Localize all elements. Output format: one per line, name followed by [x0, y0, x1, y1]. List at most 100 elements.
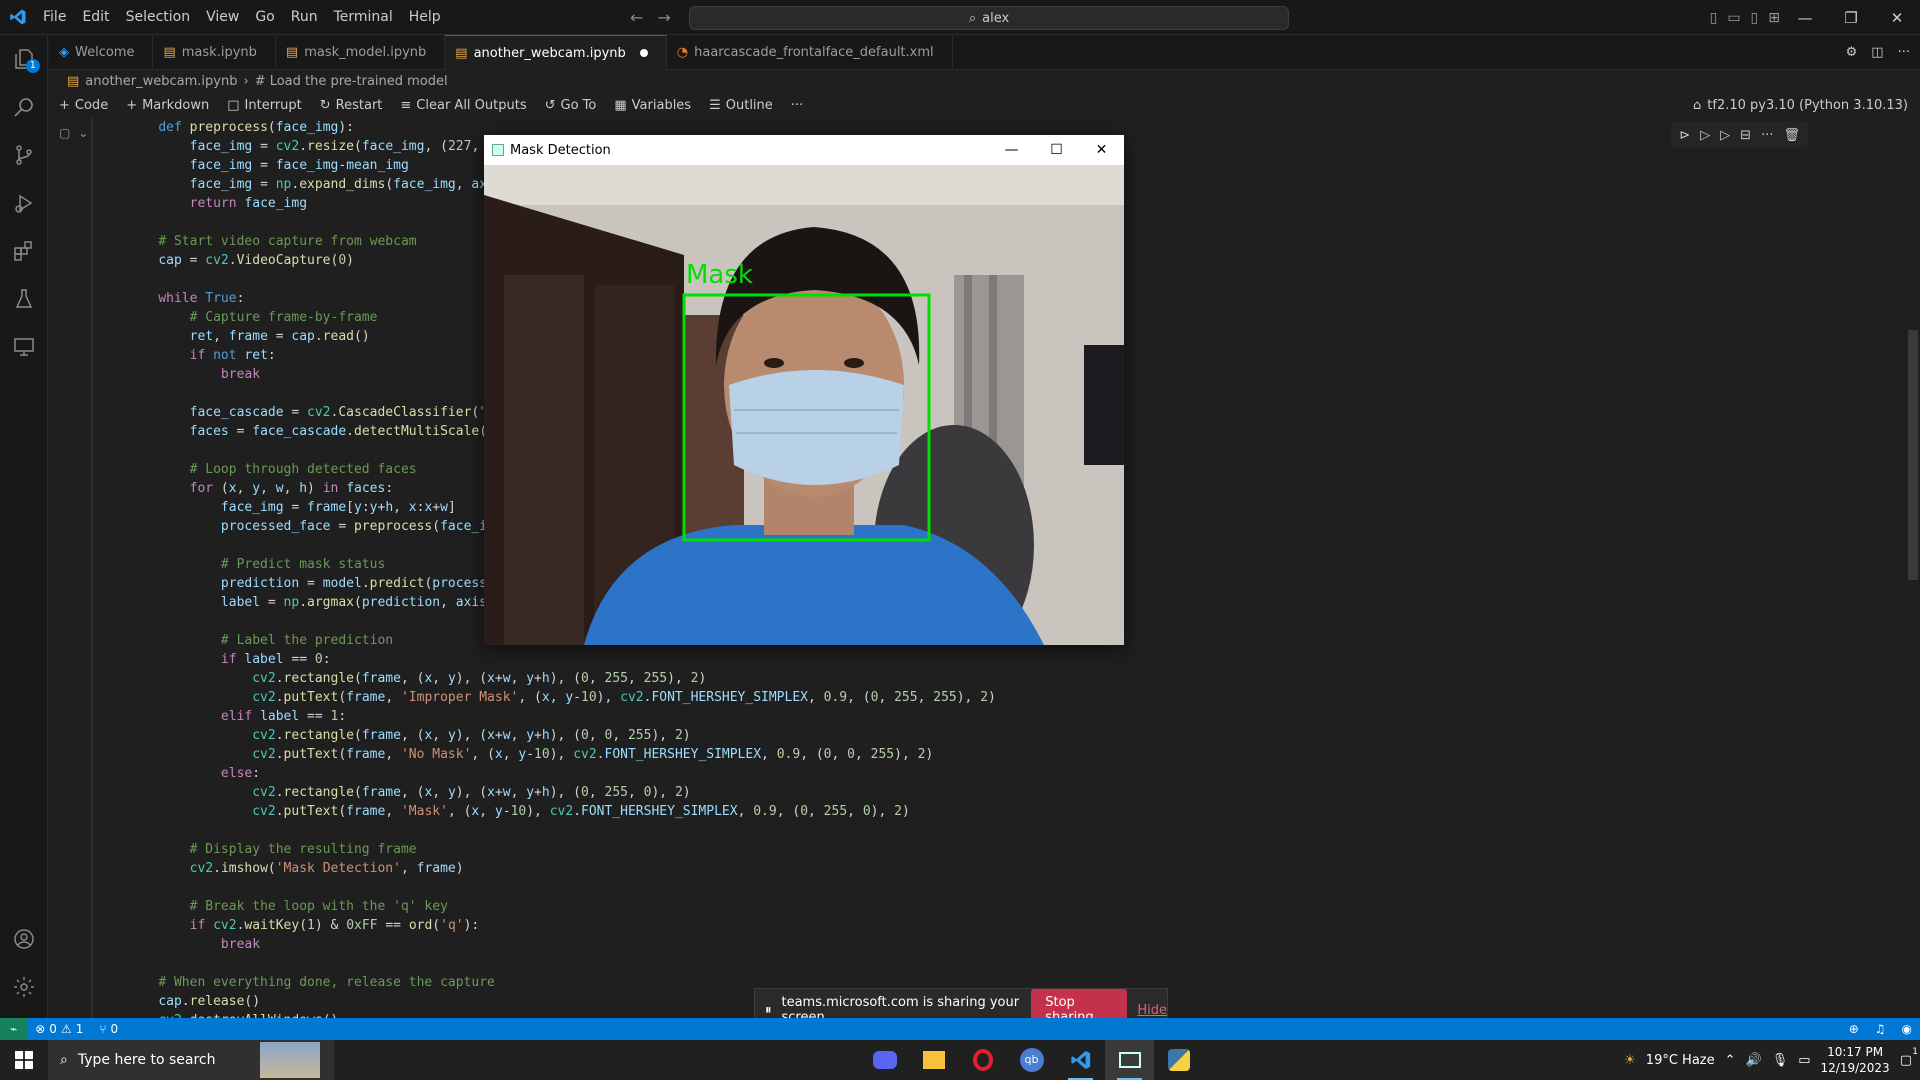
maximize-icon[interactable]: ☐: [1034, 135, 1079, 165]
outline-button[interactable]: ☰ Outline: [709, 98, 773, 113]
execute-above-icon[interactable]: ▷: [1700, 128, 1710, 143]
variables-button[interactable]: ▦ Variables: [614, 98, 691, 113]
more-actions-icon[interactable]: ···: [1898, 45, 1910, 60]
command-center-search[interactable]: ⌕ alex: [689, 6, 1289, 30]
editor-scrollbar[interactable]: [1906, 118, 1920, 1018]
toggle-secondary-sidebar-icon[interactable]: ▯: [1751, 10, 1759, 26]
plus-icon: +: [126, 97, 138, 113]
toggle-panel-icon[interactable]: ▭: [1727, 10, 1740, 26]
run-debug-icon[interactable]: [0, 179, 48, 227]
more-toolbar-button[interactable]: ···: [791, 98, 803, 113]
add-markdown-cell-button[interactable]: + Markdown: [126, 98, 209, 113]
copilot-icon: ⊕: [1848, 1022, 1859, 1036]
minimize-icon[interactable]: —: [1782, 9, 1828, 27]
start-button[interactable]: [0, 1040, 48, 1080]
remote-icon: ⌁: [10, 1022, 18, 1036]
tab-another-webcam-ipynb[interactable]: ▤ another_webcam.ipynb: [445, 35, 667, 70]
drag-handle-icon[interactable]: ⏸: [765, 1003, 772, 1018]
file-explorer-icon[interactable]: [909, 1040, 958, 1080]
notification-center-icon[interactable]: ▢ 1: [1900, 1047, 1918, 1068]
forward-arrow-icon[interactable]: →: [657, 8, 670, 27]
menu-selection[interactable]: Selection: [118, 0, 199, 35]
split-cell-icon[interactable]: ⊟: [1740, 128, 1751, 143]
copilot-indicator[interactable]: ⊕: [1841, 1022, 1867, 1036]
opera-icon[interactable]: [958, 1040, 1007, 1080]
status-bar: ⌁ ⊗ 0 ⚠ 1 ⑂ 0 ⊕ ♫ ◉: [0, 1018, 1920, 1040]
window-controls: — ❐ ✕: [1782, 0, 1920, 35]
kernel-picker[interactable]: ⌂ tf2.10 py3.10 (Python 3.10.13): [1693, 92, 1908, 118]
python-icon[interactable]: [1154, 1040, 1203, 1080]
settings-gear-icon[interactable]: ⚙: [1846, 45, 1858, 60]
remote-explorer-icon[interactable]: [0, 323, 48, 371]
close-icon[interactable]: ✕: [1874, 9, 1920, 27]
minimize-icon[interactable]: —: [989, 135, 1034, 165]
clock[interactable]: 10:17 PM 12/19/2023: [1821, 1044, 1890, 1076]
chevron-up-icon[interactable]: ⌃: [1725, 1053, 1736, 1068]
tab-haarcascade-xml[interactable]: ◔ haarcascade_frontalface_default.xml: [667, 35, 953, 70]
menu-help[interactable]: Help: [401, 0, 449, 35]
kernel-icon: ⌂: [1693, 97, 1702, 113]
tab-welcome[interactable]: ◈ Welcome: [49, 35, 154, 70]
menu-file[interactable]: File: [35, 0, 74, 35]
scrollbar-thumb[interactable]: [1908, 330, 1918, 580]
cell-select-icon[interactable]: ▢: [59, 126, 70, 140]
volume-icon[interactable]: 🔊: [1746, 1053, 1762, 1068]
split-editor-icon[interactable]: ◫: [1871, 45, 1883, 60]
discord-icon[interactable]: [860, 1040, 909, 1080]
explorer-icon[interactable]: 1: [0, 35, 48, 83]
close-icon[interactable]: ✕: [1079, 135, 1124, 165]
delete-cell-icon[interactable]: 🗑: [1783, 128, 1800, 143]
menu-go[interactable]: Go: [247, 0, 282, 35]
extensions-icon[interactable]: [0, 227, 48, 275]
search-icon[interactable]: [0, 83, 48, 131]
go-to-button[interactable]: ↺ Go To: [545, 98, 597, 113]
back-arrow-icon[interactable]: ←: [630, 8, 643, 27]
add-code-cell-button[interactable]: + Code: [59, 98, 108, 113]
unsaved-dot-icon[interactable]: [639, 49, 648, 57]
warning-icon: ⚠: [60, 1022, 72, 1036]
ports-indicator[interactable]: ⑂ 0: [91, 1022, 126, 1036]
antenna-icon: ⑂: [99, 1022, 107, 1036]
tab-label: mask_model.ipynb: [304, 45, 427, 60]
breadcrumb: ▤ another_webcam.ipynb › # Load the pre-…: [49, 70, 1920, 92]
taskbar-search-box[interactable]: ⌕ Type here to search: [48, 1040, 334, 1080]
toggle-primary-sidebar-icon[interactable]: ▯: [1710, 10, 1718, 26]
explorer-badge: 1: [25, 59, 40, 73]
source-control-icon[interactable]: [0, 131, 48, 179]
tab-label: another_webcam.ipynb: [473, 45, 626, 61]
tab-mask-model-ipynb[interactable]: ▤ mask_model.ipynb: [276, 35, 446, 70]
hide-link[interactable]: Hide: [1137, 1003, 1167, 1018]
clear-outputs-button[interactable]: ≡ Clear All Outputs: [400, 98, 526, 113]
network-icon[interactable]: ▭: [1798, 1053, 1810, 1068]
more-cell-actions-icon[interactable]: ···: [1761, 128, 1773, 143]
collapse-chevron-icon[interactable]: ⌄: [78, 126, 88, 140]
mask-detection-window[interactable]: Mask Detection — ☐ ✕ Mask: [484, 135, 1124, 645]
interrupt-button[interactable]: □ Interrupt: [227, 98, 302, 113]
restart-icon: ↻: [319, 97, 331, 113]
menu-view[interactable]: View: [198, 0, 247, 35]
menu-edit[interactable]: Edit: [74, 0, 117, 35]
restart-button[interactable]: ↻ Restart: [320, 98, 383, 113]
run-by-line-icon[interactable]: ⊳: [1679, 128, 1690, 143]
menu-run[interactable]: Run: [283, 0, 326, 35]
qbittorrent-icon[interactable]: qb: [1007, 1040, 1056, 1080]
testing-icon[interactable]: [0, 275, 48, 323]
remote-indicator[interactable]: ⌁: [0, 1018, 28, 1040]
accounts-icon[interactable]: [0, 915, 48, 963]
microphone-icon[interactable]: 🎙: [1772, 1053, 1789, 1068]
weather-icon[interactable]: ☀: [1624, 1053, 1636, 1068]
problems-indicator[interactable]: ⊗ 0 ⚠ 1: [27, 1022, 91, 1036]
notifications-indicator[interactable]: ♫: [1867, 1022, 1894, 1036]
feedback-indicator[interactable]: ◉: [1894, 1022, 1920, 1036]
opencv-window-icon[interactable]: [1105, 1040, 1154, 1080]
manage-gear-icon[interactable]: [0, 963, 48, 1011]
weather-text[interactable]: 19°C Haze: [1646, 1053, 1715, 1068]
menu-terminal[interactable]: Terminal: [326, 0, 401, 35]
vscode-taskbar-icon[interactable]: [1056, 1040, 1105, 1080]
breadcrumb-section[interactable]: # Load the pre-trained model: [255, 74, 448, 89]
tab-mask-ipynb[interactable]: ▤ mask.ipynb: [153, 35, 276, 70]
breadcrumb-file[interactable]: another_webcam.ipynb: [85, 74, 237, 89]
execute-below-icon[interactable]: ▷: [1720, 128, 1730, 143]
restore-icon[interactable]: ❐: [1828, 9, 1874, 27]
customize-layout-icon[interactable]: ⊞: [1768, 10, 1780, 26]
